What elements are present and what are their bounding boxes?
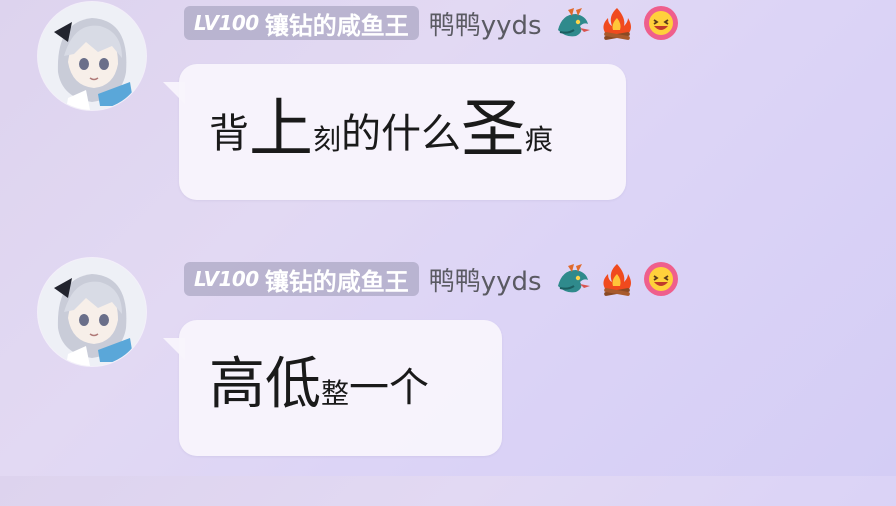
text-segment: 高低	[209, 352, 321, 417]
badge-title: 镶钻的咸鱼王	[264, 11, 409, 40]
message-text: 背 上 刻 的什么 圣 痕	[209, 98, 553, 162]
laughing-face-icon	[642, 260, 680, 298]
avatar[interactable]	[38, 258, 146, 366]
text-segment: 圣	[461, 93, 526, 167]
text-segment: 上	[249, 93, 313, 167]
decoration-icons	[554, 4, 680, 42]
text-segment: 痕	[525, 123, 554, 156]
level-badge[interactable]: LV100 镶钻的咸鱼王	[184, 262, 419, 296]
campfire-icon	[598, 260, 636, 298]
campfire-icon	[598, 4, 636, 42]
dragon-icon	[554, 260, 592, 298]
sender-nickname[interactable]: 鸭鸭yyds	[429, 261, 542, 298]
message-bubble[interactable]: 高低 整 一个	[163, 320, 502, 456]
decoration-icons	[554, 260, 680, 298]
badge-title: 镶钻的咸鱼王	[264, 267, 409, 296]
level-badge[interactable]: LV100 镶钻的咸鱼王	[184, 6, 419, 40]
message-text: 高低 整 一个	[209, 354, 429, 416]
sender-meta: LV100 镶钻的咸鱼王 鸭鸭yyds	[184, 4, 680, 42]
chat-message: LV100 镶钻的咸鱼王 鸭鸭yyds	[0, 0, 896, 250]
text-segment: 的什么	[341, 111, 462, 157]
laughing-face-icon	[642, 4, 680, 42]
sender-nickname[interactable]: 鸭鸭yyds	[429, 5, 542, 42]
avatar[interactable]	[38, 2, 146, 110]
chat-message: LV100 镶钻的咸鱼王 鸭鸭yyds	[0, 256, 896, 506]
level-label: LV100	[194, 11, 259, 35]
text-segment: 整	[321, 377, 350, 410]
level-label: LV100	[194, 267, 259, 291]
sender-meta: LV100 镶钻的咸鱼王 鸭鸭yyds	[184, 260, 680, 298]
text-segment: 背	[209, 111, 249, 157]
message-bubble[interactable]: 背 上 刻 的什么 圣 痕	[163, 64, 626, 200]
text-segment: 刻	[313, 123, 342, 156]
dragon-icon	[554, 4, 592, 42]
text-segment: 一个	[349, 365, 430, 411]
